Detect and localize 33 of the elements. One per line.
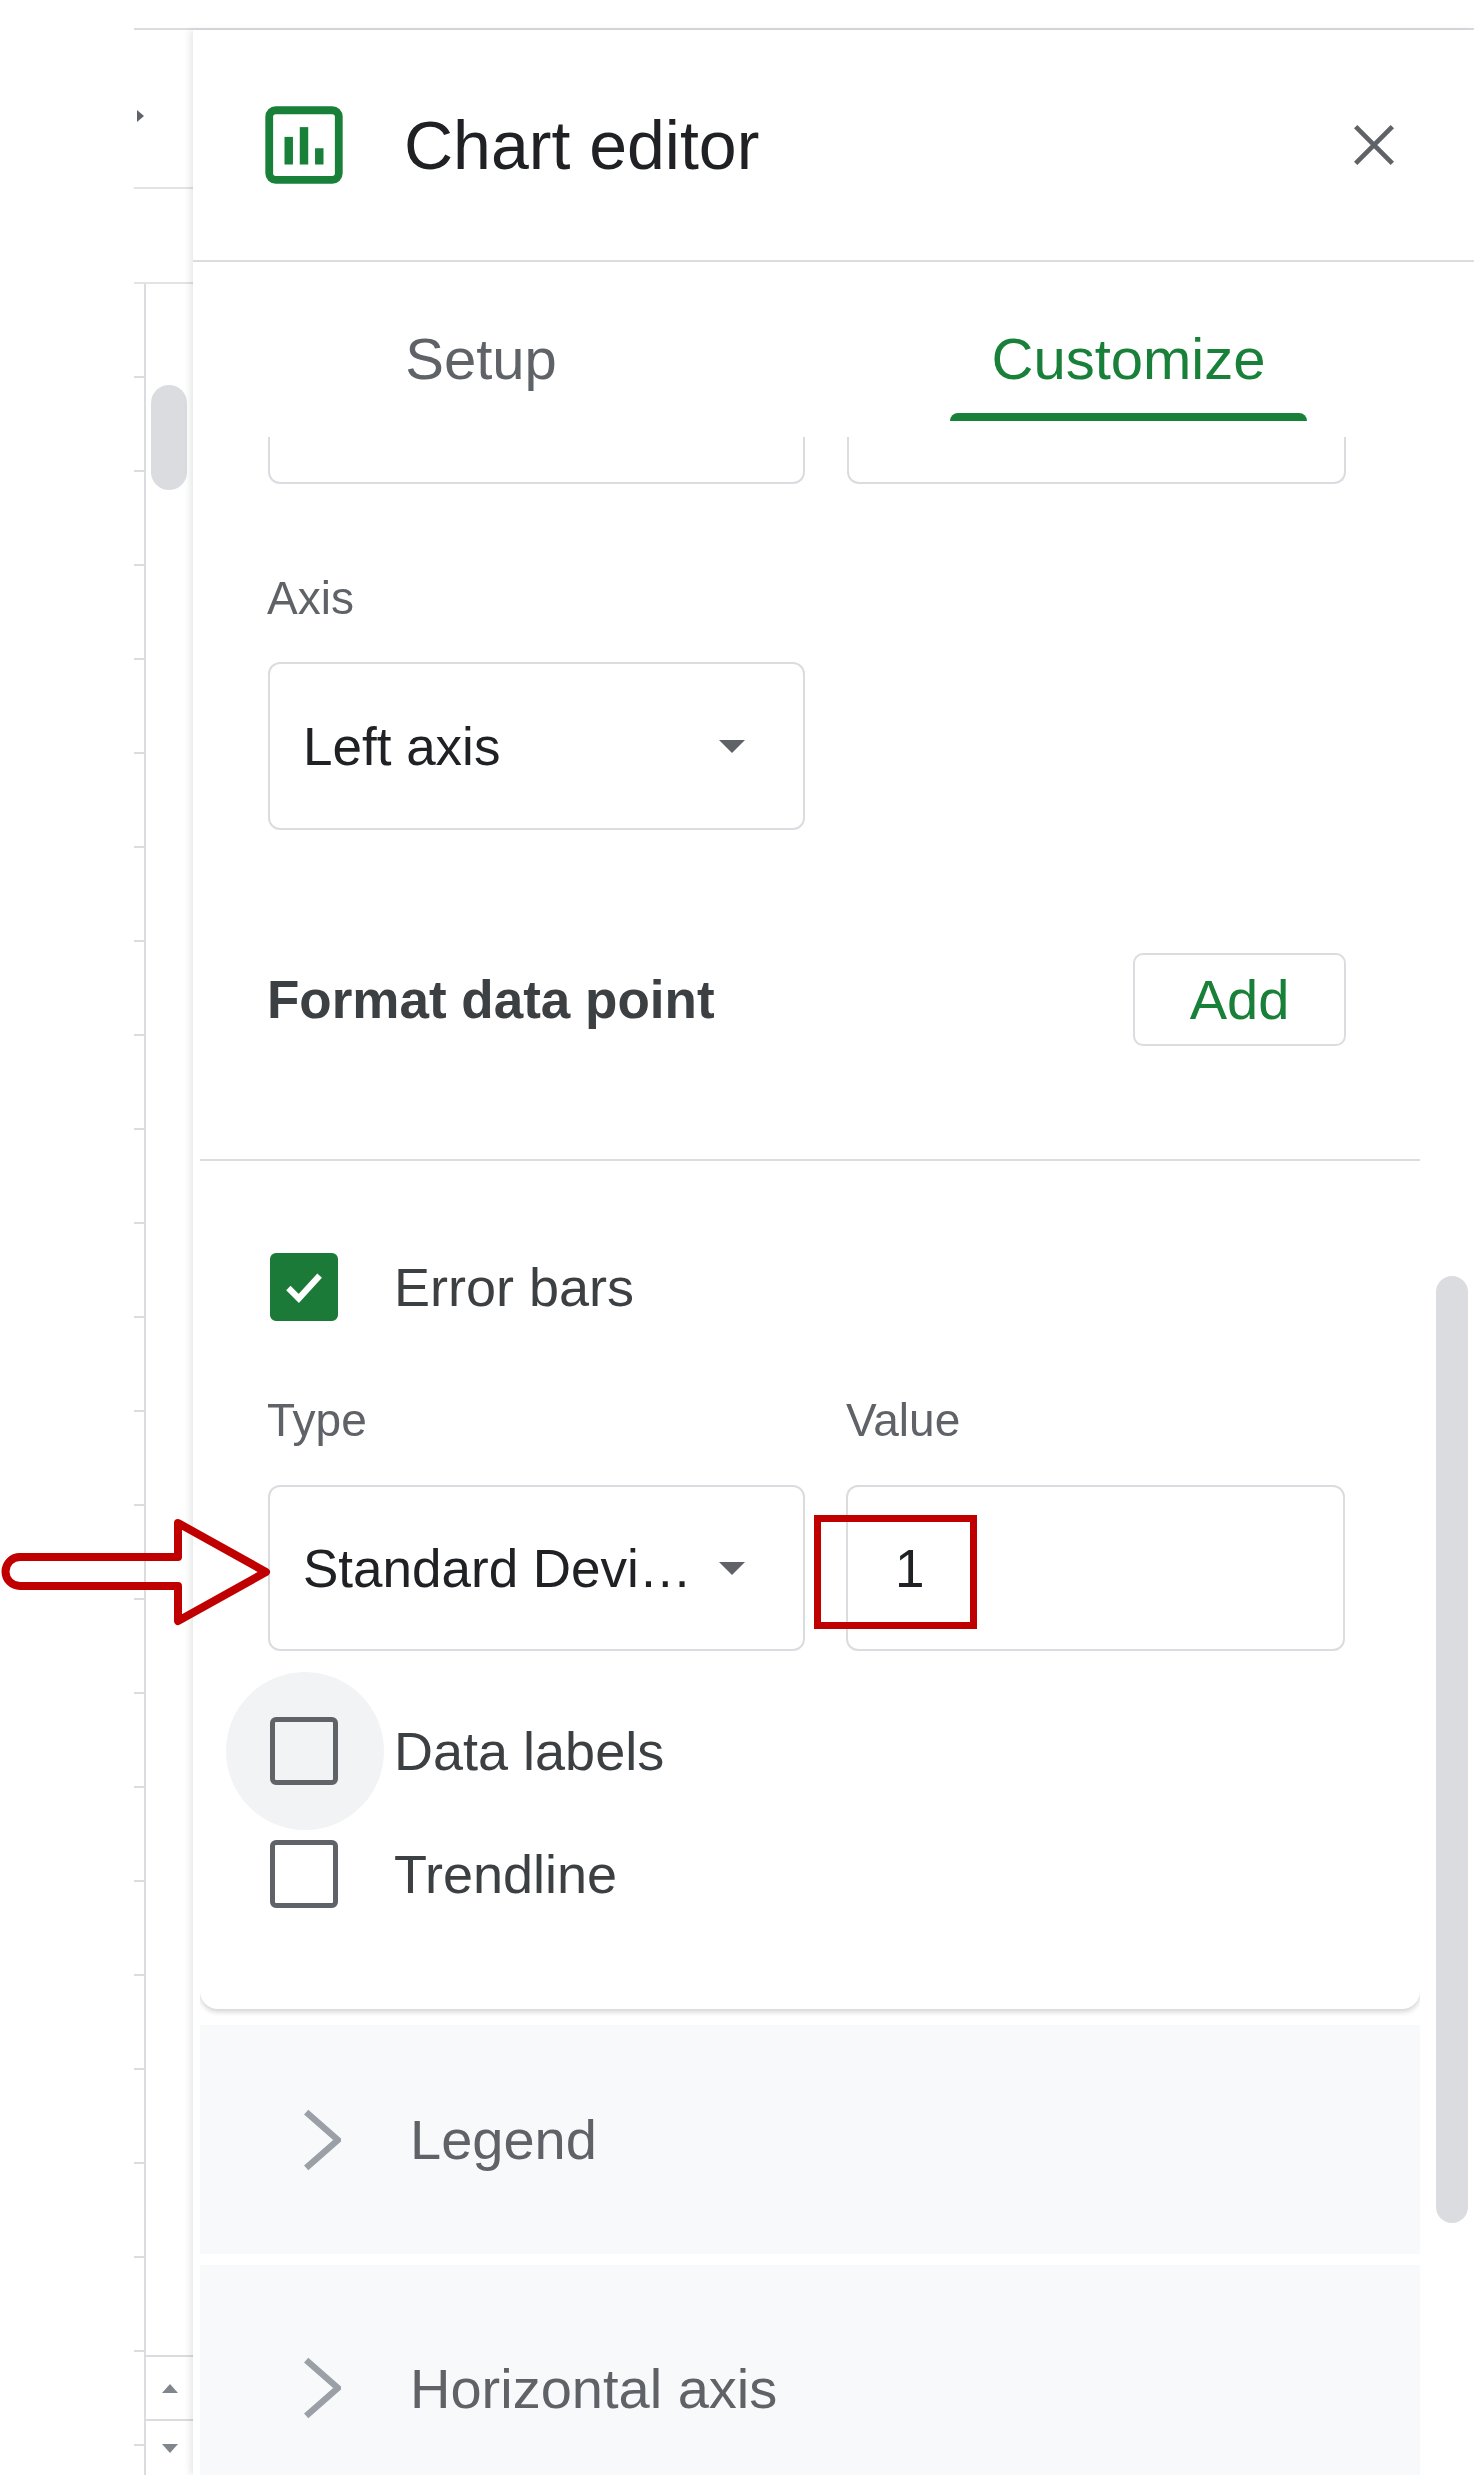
input-field[interactable] <box>268 437 805 484</box>
caret-icon <box>137 110 144 122</box>
chevron-right-icon <box>303 2108 341 2171</box>
section-label: Format data point <box>267 969 715 1030</box>
chevron-right-icon <box>303 2357 341 2419</box>
add-button[interactable]: Add <box>1133 953 1346 1046</box>
dropdown[interactable]: Standard Devi… <box>268 1485 805 1651</box>
caret-icon <box>719 1561 745 1575</box>
bar-chart-icon <box>265 106 343 184</box>
checkbox[interactable] <box>270 1717 338 1785</box>
checkbox-label: Error bars <box>394 1256 635 1318</box>
dropdown[interactable]: Left axis <box>268 662 805 830</box>
checkbox[interactable] <box>270 1840 338 1908</box>
caret-up-icon <box>161 2383 178 2393</box>
tab[interactable]: Setup <box>268 262 694 421</box>
close-button[interactable] <box>1352 123 1396 167</box>
caret-icon <box>719 739 745 753</box>
checkbox-label: Data labels <box>394 1720 665 1782</box>
scrollbar-thumb[interactable] <box>1436 1276 1468 2223</box>
input-field[interactable]: 1 <box>846 1485 1345 1651</box>
scrollbar-thumb[interactable] <box>151 385 187 490</box>
field-label: Type <box>267 1393 367 1448</box>
field-label: Value <box>846 1393 961 1448</box>
section-header[interactable]: Horizontal axis <box>200 2265 1420 2475</box>
caret-down-icon <box>161 2443 178 2453</box>
checkbox-label: Trendline <box>394 1843 618 1905</box>
panel-title: Chart editor <box>404 106 760 185</box>
checkbox[interactable] <box>270 1253 338 1321</box>
input-field[interactable] <box>847 437 1346 484</box>
field-label: Axis <box>267 571 354 626</box>
section-header[interactable]: Legend <box>200 2025 1420 2254</box>
tab[interactable]: Customize <box>950 262 1307 421</box>
close-icon <box>1352 123 1396 167</box>
